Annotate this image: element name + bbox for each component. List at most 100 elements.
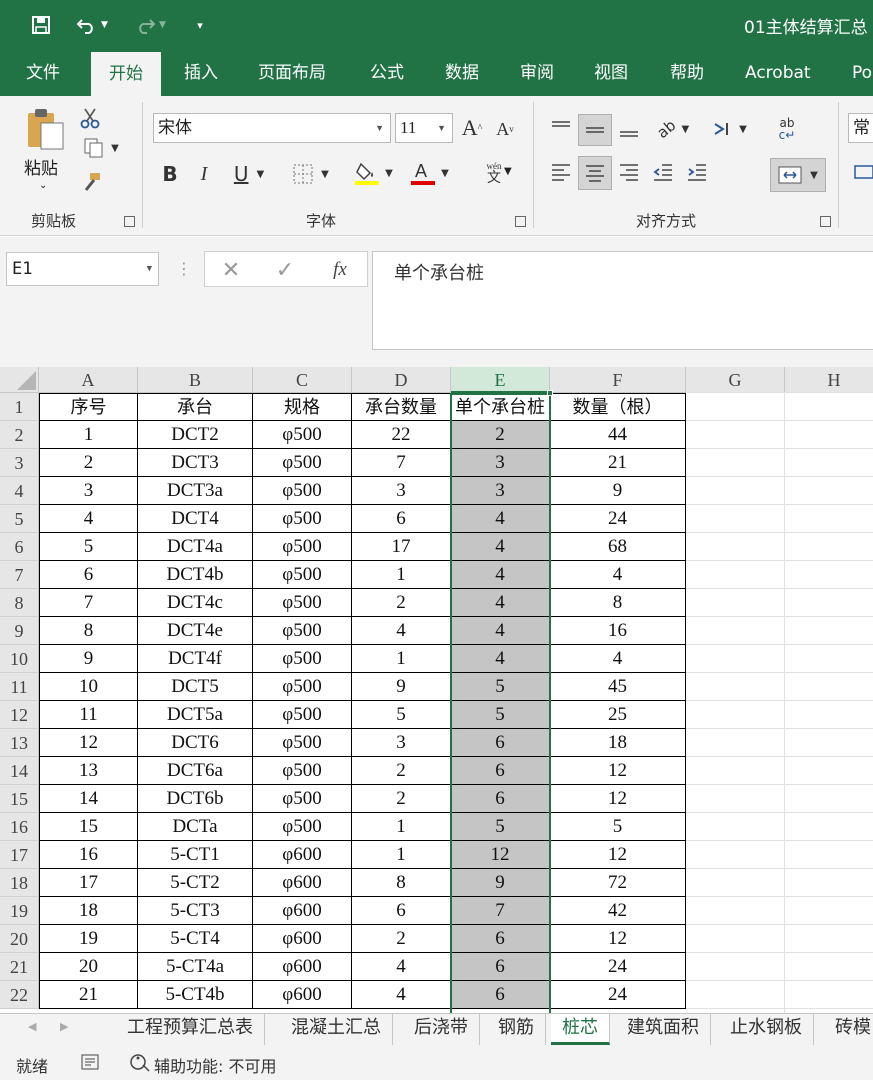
row-header[interactable]: 20 xyxy=(0,925,39,953)
table-cell[interactable]: φ500 xyxy=(253,757,352,785)
row-header[interactable]: 21 xyxy=(0,953,39,981)
table-cell[interactable]: 5-CT3 xyxy=(138,897,253,925)
table-cell[interactable]: φ500 xyxy=(253,645,352,673)
align-middle-icon[interactable] xyxy=(578,114,612,146)
resize-handle-icon[interactable]: ⋮ xyxy=(176,259,192,278)
tab-insert[interactable]: 插入 xyxy=(184,50,218,96)
table-cell[interactable]: 4 xyxy=(451,589,550,617)
table-cell[interactable]: 4 xyxy=(451,505,550,533)
row-header[interactable]: 16 xyxy=(0,813,39,841)
table-header-cell[interactable]: 承台 xyxy=(138,393,253,421)
table-cell[interactable]: 24 xyxy=(550,505,686,533)
table-cell[interactable]: 1 xyxy=(352,645,451,673)
row-header[interactable]: 8 xyxy=(0,589,39,617)
column-header-d[interactable]: D xyxy=(352,367,451,393)
table-header-cell[interactable]: 单个承台桩 xyxy=(451,393,550,421)
table-cell[interactable]: 5 xyxy=(352,701,451,729)
table-cell[interactable]: 18 xyxy=(39,897,138,925)
number-format-combo[interactable]: 常 xyxy=(848,113,873,143)
row-header[interactable]: 22 xyxy=(0,981,39,1009)
row-header[interactable]: 13 xyxy=(0,729,39,757)
table-cell[interactable]: 5-CT4a xyxy=(138,953,253,981)
merge-center-icon[interactable]: ▼ xyxy=(770,158,826,192)
format-painter-icon[interactable] xyxy=(78,170,104,194)
column-header-f[interactable]: F xyxy=(550,367,686,393)
table-cell[interactable]: DCT3 xyxy=(138,449,253,477)
table-cell[interactable]: 2 xyxy=(352,785,451,813)
row-header[interactable]: 14 xyxy=(0,757,39,785)
align-right-icon[interactable] xyxy=(614,156,644,188)
tab-home[interactable]: 开始 xyxy=(91,52,161,96)
sheet-tab[interactable]: 止水钢板 xyxy=(719,1014,814,1045)
table-cell[interactable]: 20 xyxy=(39,953,138,981)
table-cell[interactable]: 8 xyxy=(39,617,138,645)
table-cell[interactable]: 7 xyxy=(39,589,138,617)
table-cell[interactable]: 4 xyxy=(451,533,550,561)
table-cell[interactable]: 25 xyxy=(550,701,686,729)
table-cell[interactable]: 7 xyxy=(451,897,550,925)
formula-input[interactable]: 单个承台桩 xyxy=(372,251,873,350)
row-header[interactable]: 11 xyxy=(0,673,39,701)
table-cell[interactable]: 4 xyxy=(550,561,686,589)
row-header[interactable]: 19 xyxy=(0,897,39,925)
table-cell[interactable]: 21 xyxy=(550,449,686,477)
font-size-combo[interactable]: 11 ▼ xyxy=(395,113,453,143)
paste-label[interactable]: 粘贴 xyxy=(24,154,58,179)
table-cell[interactable]: 6 xyxy=(451,953,550,981)
rtl-direction-icon[interactable]: ▼ xyxy=(706,114,752,144)
table-cell[interactable]: 12 xyxy=(550,757,686,785)
table-cell[interactable]: 24 xyxy=(550,981,686,1009)
sheet-tab[interactable]: 混凝土汇总 xyxy=(280,1014,393,1045)
row-header[interactable]: 9 xyxy=(0,617,39,645)
macro-record-icon[interactable] xyxy=(80,1052,102,1072)
tab-formulas[interactable]: 公式 xyxy=(370,50,404,96)
table-cell[interactable]: 5 xyxy=(451,673,550,701)
table-cell[interactable]: 5-CT4 xyxy=(138,925,253,953)
table-cell[interactable]: 4 xyxy=(352,981,451,1009)
font-launcher-icon[interactable] xyxy=(515,216,526,227)
table-cell[interactable]: 4 xyxy=(451,645,550,673)
row-header[interactable]: 1 xyxy=(0,393,39,421)
column-header-a[interactable]: A xyxy=(39,367,138,393)
name-box[interactable]: E1 ▼ xyxy=(6,252,159,286)
table-cell[interactable]: DCT6b xyxy=(138,785,253,813)
table-cell[interactable]: 3 xyxy=(451,477,550,505)
scroll-left-icon[interactable]: ◀ xyxy=(28,1020,36,1033)
table-cell[interactable]: DCT5 xyxy=(138,673,253,701)
table-cell[interactable]: DCT4e xyxy=(138,617,253,645)
table-cell[interactable]: DCT6 xyxy=(138,729,253,757)
table-cell[interactable]: 2 xyxy=(39,449,138,477)
table-cell[interactable]: 21 xyxy=(39,981,138,1009)
orientation-icon[interactable]: ab ▼ xyxy=(650,114,696,144)
table-cell[interactable]: 6 xyxy=(451,757,550,785)
table-cell[interactable]: DCT3a xyxy=(138,477,253,505)
table-cell[interactable]: DCT2 xyxy=(138,421,253,449)
table-cell[interactable]: 5 xyxy=(451,701,550,729)
sheet-tab[interactable]: 后浇带 xyxy=(403,1014,480,1045)
table-cell[interactable]: 24 xyxy=(550,953,686,981)
table-cell[interactable]: 16 xyxy=(550,617,686,645)
sheet-tab[interactable]: 桩芯 xyxy=(551,1014,610,1045)
clipboard-launcher-icon[interactable] xyxy=(124,216,135,227)
sheet-tab[interactable]: 建筑面积 xyxy=(616,1014,711,1045)
table-cell[interactable]: 5-CT1 xyxy=(138,841,253,869)
row-header[interactable]: 12 xyxy=(0,701,39,729)
table-cell[interactable]: φ500 xyxy=(253,785,352,813)
bold-icon[interactable]: B xyxy=(158,160,182,188)
table-cell[interactable]: 4 xyxy=(352,617,451,645)
table-cell[interactable]: DCT6a xyxy=(138,757,253,785)
align-top-icon[interactable] xyxy=(546,114,576,144)
row-header[interactable]: 6 xyxy=(0,533,39,561)
table-cell[interactable]: 44 xyxy=(550,421,686,449)
tab-file[interactable]: 文件 xyxy=(26,50,60,96)
table-cell[interactable]: 8 xyxy=(352,869,451,897)
table-cell[interactable]: 6 xyxy=(451,981,550,1009)
table-cell[interactable]: φ500 xyxy=(253,421,352,449)
table-cell[interactable]: 72 xyxy=(550,869,686,897)
table-cell[interactable]: φ500 xyxy=(253,701,352,729)
column-header-c[interactable]: C xyxy=(253,367,352,393)
table-cell[interactable]: DCT4a xyxy=(138,533,253,561)
table-cell[interactable]: 6 xyxy=(352,897,451,925)
table-cell[interactable]: φ500 xyxy=(253,449,352,477)
table-cell[interactable]: 6 xyxy=(352,505,451,533)
